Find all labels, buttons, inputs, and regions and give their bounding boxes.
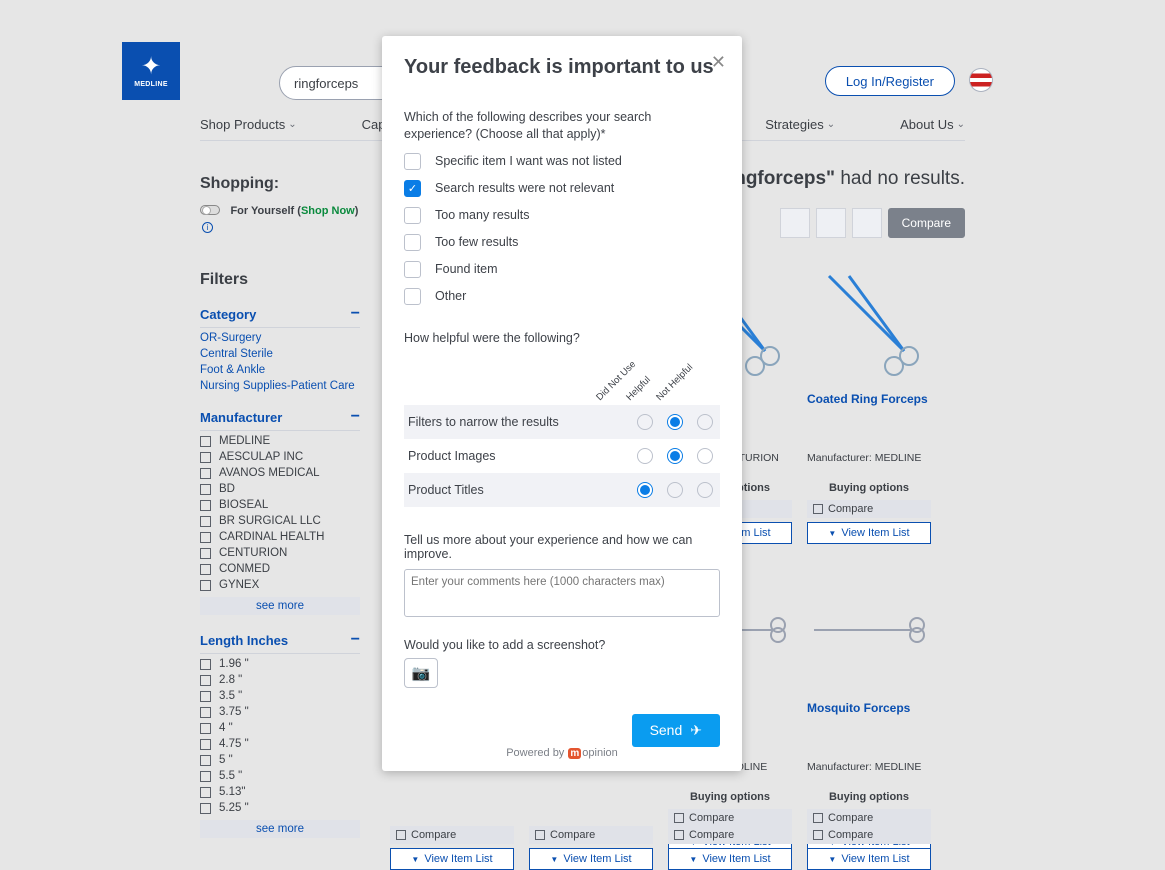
triangle-down-icon: ▼ — [828, 855, 836, 864]
checkbox-icon — [404, 288, 421, 305]
checkbox-icon — [396, 830, 406, 840]
checkbox-icon — [535, 830, 545, 840]
question-2: How helpful were the following? — [404, 331, 720, 345]
matrix-row-label: Filters to narrow the results — [404, 415, 630, 429]
view-item-list-button[interactable]: ▼View Item List — [529, 848, 653, 870]
triangle-down-icon: ▼ — [550, 855, 558, 864]
checkbox-icon — [404, 234, 421, 251]
checkbox-icon — [813, 830, 823, 840]
modal-overlay: Your feedback is important to us ✕ Which… — [0, 0, 1165, 868]
radio-button[interactable] — [697, 414, 713, 430]
question-3: Tell us more about your experience and h… — [404, 533, 720, 561]
feedback-option-row[interactable]: Found item — [404, 261, 720, 278]
screenshot-button[interactable]: 📷 — [404, 658, 438, 688]
option-label: Too many results — [435, 208, 529, 222]
feedback-option-row[interactable]: Search results were not relevant — [404, 180, 720, 197]
radio-button[interactable] — [637, 482, 653, 498]
view-item-list-button[interactable]: ▼View Item List — [807, 848, 931, 870]
radio-button[interactable] — [637, 448, 653, 464]
checkbox-icon — [404, 207, 421, 224]
matrix-row-label: Product Titles — [404, 483, 630, 497]
close-icon[interactable]: ✕ — [711, 52, 726, 73]
compare-checkbox-row[interactable]: Compare — [390, 826, 514, 844]
matrix-row: Product Titles — [404, 473, 720, 507]
checkbox-icon — [674, 830, 684, 840]
radio-button[interactable] — [667, 414, 683, 430]
radio-button[interactable] — [697, 448, 713, 464]
checkbox-icon — [404, 261, 421, 278]
send-icon: ✈ — [690, 722, 702, 739]
option-label: Search results were not relevant — [435, 181, 614, 195]
powered-by: Powered by mopinion — [404, 747, 720, 763]
compare-checkbox-row[interactable]: Compare — [807, 826, 931, 844]
feedback-modal: Your feedback is important to us ✕ Which… — [382, 36, 742, 771]
compare-checkbox-row[interactable]: Compare — [529, 826, 653, 844]
feedback-option-row[interactable]: Too few results — [404, 234, 720, 251]
compare-checkbox-row[interactable]: Compare — [668, 826, 792, 844]
question-4: Would you like to add a screenshot? — [404, 638, 720, 652]
checkbox-icon — [404, 153, 421, 170]
matrix-headers: Did Not Use Helpful Not Helpful — [404, 355, 720, 405]
comments-textarea[interactable] — [404, 569, 720, 617]
triangle-down-icon: ▼ — [689, 855, 697, 864]
checkbox-icon — [404, 180, 421, 197]
rating-matrix: Did Not Use Helpful Not Helpful Filters … — [404, 355, 720, 507]
matrix-row-label: Product Images — [404, 449, 630, 463]
question-1: Which of the following describes your se… — [404, 109, 720, 143]
send-button[interactable]: Send ✈ — [632, 714, 720, 747]
matrix-row: Filters to narrow the results — [404, 405, 720, 439]
feedback-option-row[interactable]: Too many results — [404, 207, 720, 224]
radio-button[interactable] — [697, 482, 713, 498]
option-label: Found item — [435, 262, 498, 276]
option-label: Too few results — [435, 235, 518, 249]
option-label: Specific item I want was not listed — [435, 154, 622, 168]
radio-button[interactable] — [667, 448, 683, 464]
radio-button[interactable] — [667, 482, 683, 498]
modal-title: Your feedback is important to us — [404, 56, 720, 79]
feedback-option-row[interactable]: Other — [404, 288, 720, 305]
matrix-row: Product Images — [404, 439, 720, 473]
camera-icon: 📷 — [412, 664, 431, 682]
view-item-list-button[interactable]: ▼View Item List — [390, 848, 514, 870]
triangle-down-icon: ▼ — [411, 855, 419, 864]
feedback-option-row[interactable]: Specific item I want was not listed — [404, 153, 720, 170]
view-item-list-button[interactable]: ▼View Item List — [668, 848, 792, 870]
radio-button[interactable] — [637, 414, 653, 430]
option-label: Other — [435, 289, 466, 303]
